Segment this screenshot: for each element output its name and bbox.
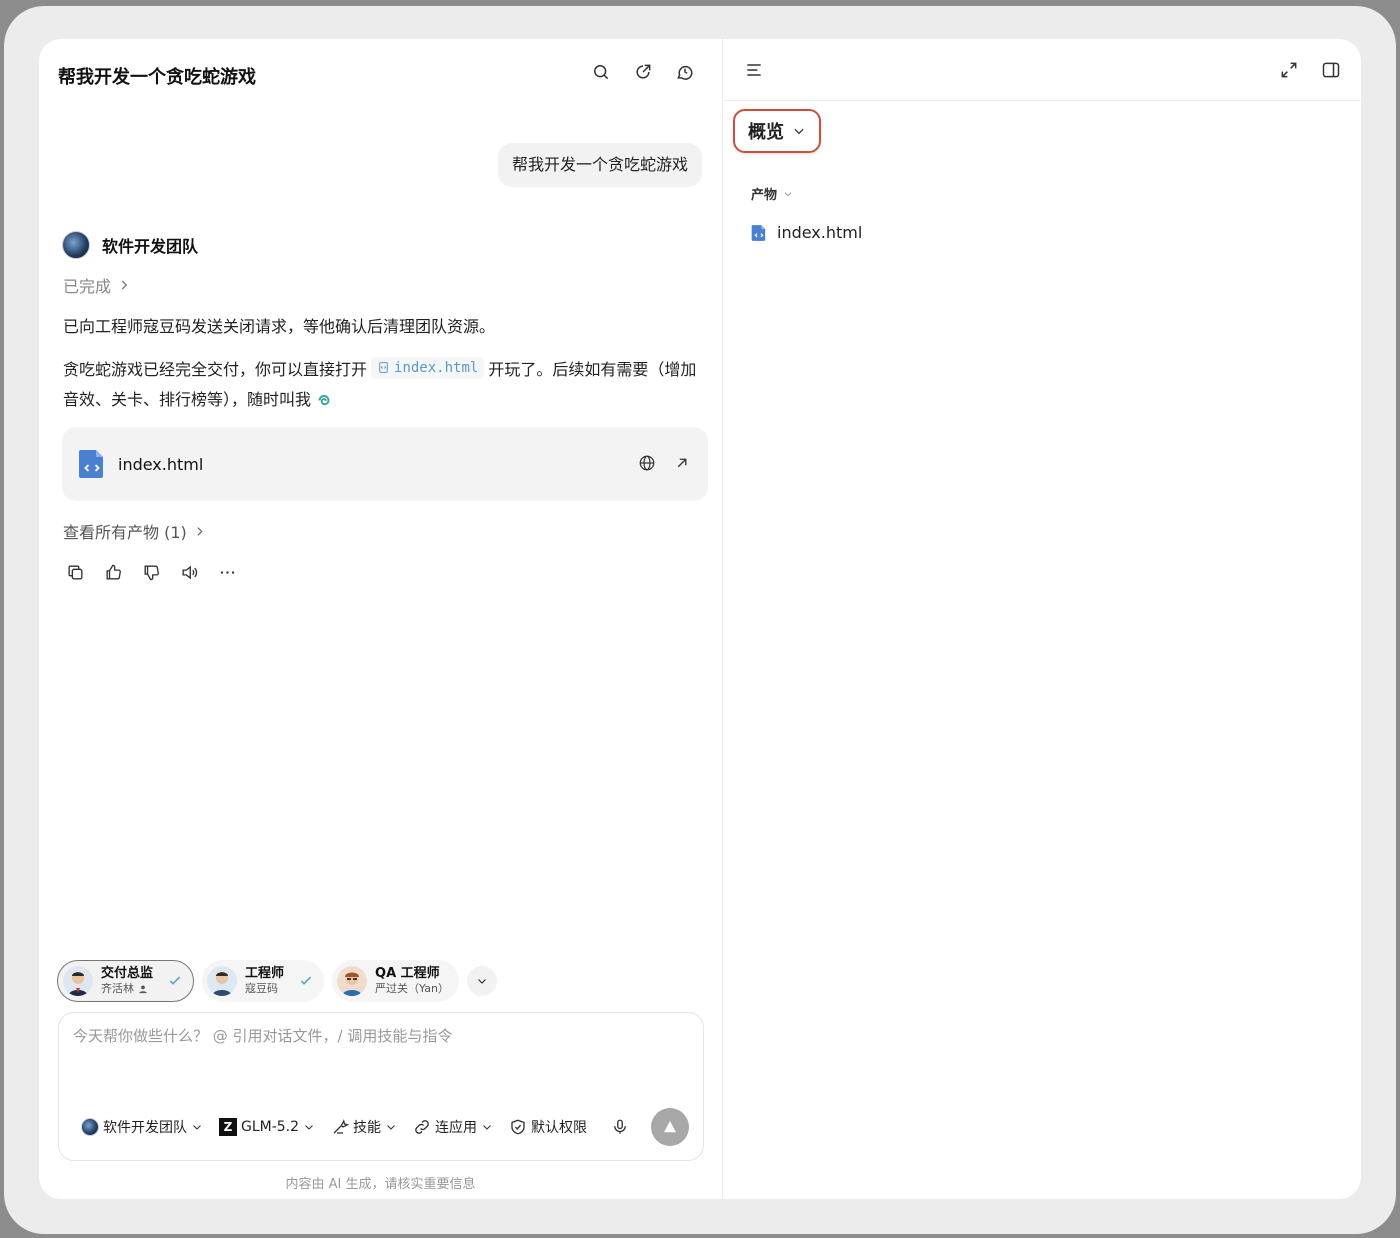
agent-avatar [63,966,93,996]
composer: 软件开发团队 Z GLM-5.2 技能 连应用 [58,1012,704,1161]
history-icon[interactable] [672,59,698,85]
status-toggle[interactable]: 已完成 [63,273,131,297]
model-selector[interactable]: Z GLM-5.2 [219,1113,315,1141]
shield-check-icon [511,1119,525,1135]
agent-chips: 交付总监 齐活林 工程师 寇豆码 QA 工程师 严过关（Yan） [57,960,497,1002]
agent-person-name: 寇豆码 [245,982,279,995]
chevron-down-icon [305,1125,313,1130]
agent-role: 工程师 [245,966,285,981]
artifacts-section-label: 产物 [751,188,778,203]
team-selector[interactable]: 软件开发团队 [81,1113,203,1141]
connect-apps-selector[interactable]: 连应用 [413,1113,493,1141]
chevron-down-icon [387,1125,395,1130]
microphone-icon[interactable] [611,1117,629,1137]
more-icon[interactable] [217,561,237,583]
agent-avatar [207,966,238,996]
agent-name: 软件开发团队 [102,237,199,256]
response-paragraph-1: 已向工程师寇豆码发送关闭请求，等他确认后清理团队资源。 [63,317,496,336]
copy-icon[interactable] [65,561,85,583]
open-external-icon[interactable] [670,451,694,475]
swirl-emoji-icon [318,395,330,406]
agent-header: 软件开发团队 [62,231,198,259]
inline-file-name: index.html [394,359,479,376]
user-icon [139,984,147,993]
search-icon[interactable] [588,59,614,85]
message-input[interactable] [73,1025,683,1085]
skills-label: 技能 [353,1120,382,1136]
agent-person-name: 严过关（Yan） [375,982,449,995]
view-all-text: 查看所有产物 (1) [63,523,187,542]
sidebar-toggle-icon[interactable] [1318,57,1344,83]
status-text: 已完成 [63,277,112,296]
model-selector-label: GLM-5.2 [241,1119,300,1135]
user-message-bubble: 帮我开发一个贪吃蛇游戏 [497,143,702,187]
share-icon[interactable] [630,59,656,85]
artifact-file-item[interactable]: index.html [751,223,862,242]
overview-label: 概览 [748,122,784,143]
permissions-selector[interactable]: 默认权限 [509,1113,587,1141]
check-icon [300,976,312,985]
artifacts-pane: 概览 产物 index.html [723,39,1361,1199]
view-all-artifacts-link[interactable]: 查看所有产物 (1) [63,519,206,543]
arrow-up-icon [664,1121,676,1133]
file-card[interactable]: index.html [62,427,708,501]
response-paragraph-2: 贪吃蛇游戏已经完全交付，你可以直接打开 index.html 开玩了。后续如有需要（… [63,355,703,415]
expand-agents-button[interactable] [466,966,497,996]
paragraph2-before: 贪吃蛇游戏已经完全交付，你可以直接打开 [63,360,368,379]
chevron-right-icon [121,280,128,290]
agent-role: QA 工程师 [375,966,440,981]
agent-chip-qa-engineer[interactable]: QA 工程师 严过关（Yan） [332,960,459,1002]
skills-selector[interactable]: 技能 [331,1113,397,1141]
agent-chip-engineer[interactable]: 工程师 寇豆码 [202,960,325,1002]
chevron-right-icon [197,526,203,536]
permissions-label: 默认权限 [531,1120,588,1136]
link-icon [415,1120,429,1134]
expand-icon[interactable] [1276,57,1302,83]
html-file-icon [751,224,766,241]
chevron-down-icon [784,191,792,196]
team-avatar [81,1118,99,1136]
chat-pane: 帮我开发一个贪吃蛇游戏 帮我开发一个贪吃蛇游戏 软件开发团队 已完成 已向工程师… [39,39,722,1199]
model-logo-icon: Z [219,1118,237,1136]
send-button[interactable] [651,1108,689,1146]
inline-file-link[interactable]: index.html [371,356,485,379]
agent-chip-delivery-director[interactable]: 交付总监 齐活林 [57,960,195,1002]
agent-person-name: 齐活林 [101,982,134,995]
speaker-icon[interactable] [179,561,199,583]
team-avatar [62,231,90,259]
artifacts-section-toggle[interactable]: 产物 [751,184,793,203]
magic-wand-icon [333,1119,350,1134]
check-icon [169,976,181,985]
overview-dropdown[interactable]: 概览 [733,109,821,153]
chevron-down-icon [478,979,486,984]
message-actions [65,561,237,583]
agent-avatar [337,966,368,996]
file-card-name: index.html [118,454,204,474]
connect-apps-label: 连应用 [435,1120,478,1136]
artifacts-topbar [723,39,1361,101]
globe-icon[interactable] [635,451,659,475]
thumbs-down-icon[interactable] [141,561,161,583]
chat-title: 帮我开发一个贪吃蛇游戏 [58,67,256,88]
code-file-icon [379,362,388,373]
agent-role: 交付总监 [101,966,154,981]
menu-icon[interactable] [741,57,767,83]
ai-disclaimer: 内容由 AI 生成，请核实重要信息 [285,1177,476,1192]
chevron-down-icon [483,1125,491,1130]
app-window: 帮我开发一个贪吃蛇游戏 帮我开发一个贪吃蛇游戏 软件开发团队 已完成 已向工程师… [39,39,1361,1199]
chevron-down-icon [193,1125,201,1130]
chevron-down-icon [794,128,804,135]
team-selector-label: 软件开发团队 [103,1120,187,1136]
artifact-file-name: index.html [777,223,863,242]
thumbs-up-icon[interactable] [103,561,123,583]
composer-toolbar: 软件开发团队 Z GLM-5.2 技能 连应用 默认权限 [81,1113,603,1141]
html-file-icon [79,450,103,478]
